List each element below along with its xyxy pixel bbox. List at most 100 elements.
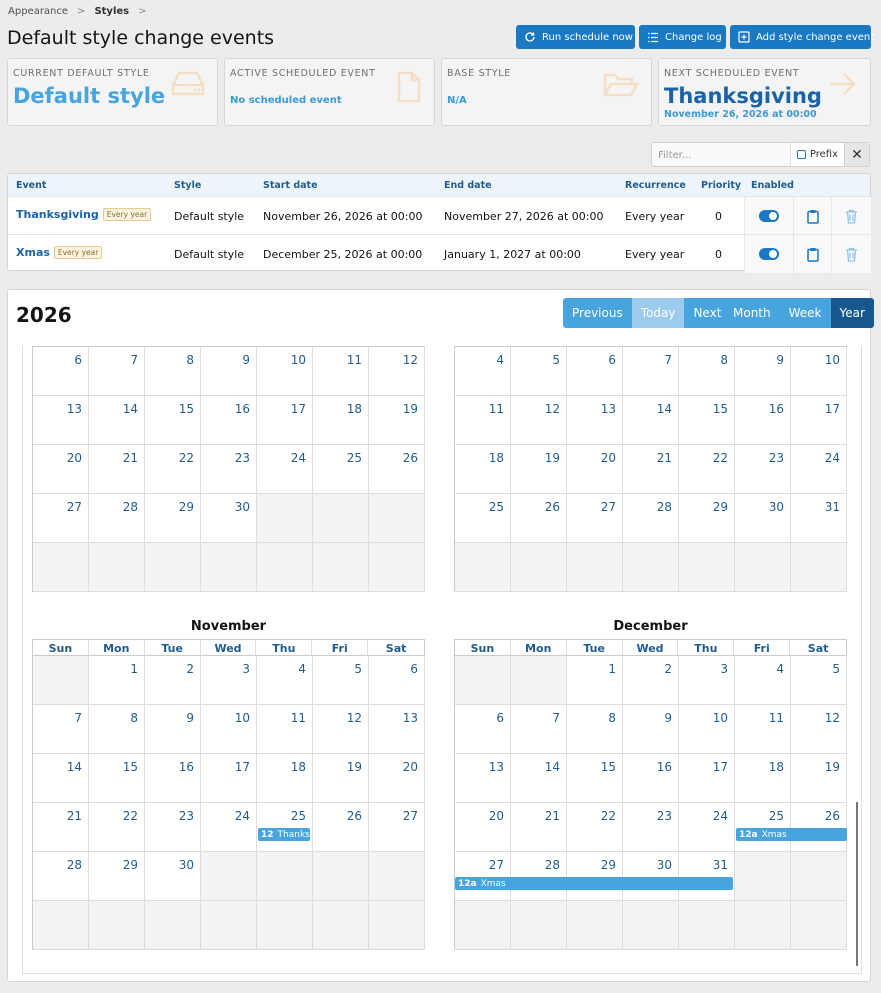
day-cell[interactable]: 22	[89, 803, 145, 852]
day-number[interactable]: 26	[825, 809, 840, 823]
day-cell[interactable]: 7	[89, 347, 145, 396]
day-cell[interactable]: 18	[735, 754, 791, 803]
day-cell[interactable]: 15	[89, 754, 145, 803]
day-number[interactable]: 14	[657, 402, 672, 416]
day-number[interactable]: 29	[179, 500, 194, 514]
col-enabled[interactable]: Enabled	[751, 180, 794, 191]
day-cell[interactable]: 19	[791, 754, 847, 803]
day-number[interactable]: 25	[347, 451, 362, 465]
day-number[interactable]: 19	[825, 760, 840, 774]
day-cell[interactable]: 24	[679, 803, 735, 852]
day-number[interactable]: 7	[552, 711, 560, 725]
day-number[interactable]: 19	[545, 451, 560, 465]
day-number[interactable]: 26	[347, 809, 362, 823]
day-cell[interactable]: 15	[679, 396, 735, 445]
previous-button[interactable]: Previous	[563, 298, 632, 328]
day-cell[interactable]: 13	[455, 754, 511, 803]
day-number[interactable]: 29	[713, 500, 728, 514]
day-number[interactable]: 6	[608, 353, 616, 367]
day-cell[interactable]: 28	[623, 494, 679, 543]
day-cell[interactable]: 12	[511, 396, 567, 445]
day-cell[interactable]: 4	[257, 656, 313, 705]
day-number[interactable]: 14	[123, 402, 138, 416]
day-number[interactable]: 11	[347, 353, 362, 367]
day-number[interactable]: 30	[235, 500, 250, 514]
day-cell[interactable]: 1	[567, 656, 623, 705]
day-number[interactable]: 24	[235, 809, 250, 823]
day-cell[interactable]: 15	[145, 396, 201, 445]
day-cell[interactable]: 14	[511, 754, 567, 803]
day-number[interactable]: 4	[776, 662, 784, 676]
day-cell[interactable]: 17	[201, 754, 257, 803]
day-cell[interactable]: 21	[89, 445, 145, 494]
day-cell[interactable]: 17	[679, 754, 735, 803]
day-number[interactable]: 24	[825, 451, 840, 465]
day-number[interactable]: 11	[291, 711, 306, 725]
day-number[interactable]: 13	[601, 402, 616, 416]
day-number[interactable]: 7	[664, 353, 672, 367]
year-scroll-area[interactable]: 6 7 8 9 10 11 12 13 14 15 16 17 18 19 20 21 22 23 24 25 26 27…	[22, 346, 862, 974]
day-number[interactable]: 15	[179, 402, 194, 416]
day-number[interactable]: 15	[123, 760, 138, 774]
clear-filter-button[interactable]: ✕	[844, 143, 869, 166]
day-number[interactable]: 26	[545, 500, 560, 514]
breadcrumb-styles[interactable]: Styles	[94, 6, 129, 17]
day-cell[interactable]: 22	[145, 445, 201, 494]
day-number[interactable]: 14	[545, 760, 560, 774]
day-number[interactable]: 20	[489, 809, 504, 823]
clipboard-icon[interactable]	[806, 247, 819, 262]
run-schedule-button[interactable]: Run schedule now	[516, 25, 635, 49]
day-cell[interactable]: 10	[791, 347, 847, 396]
day-number[interactable]: 28	[123, 500, 138, 514]
day-cell[interactable]: 9	[623, 705, 679, 754]
day-number[interactable]: 21	[657, 451, 672, 465]
day-cell[interactable]: 9	[735, 347, 791, 396]
day-number[interactable]: 4	[496, 353, 504, 367]
day-cell[interactable]: 23	[623, 803, 679, 852]
day-cell[interactable]: 14	[33, 754, 89, 803]
day-number[interactable]: 17	[291, 402, 306, 416]
col-recurrence[interactable]: Recurrence	[625, 180, 686, 191]
day-cell[interactable]: 2	[145, 656, 201, 705]
col-start-date[interactable]: Start date	[263, 180, 318, 191]
day-number[interactable]: 23	[179, 809, 194, 823]
day-number[interactable]: 9	[664, 711, 672, 725]
day-number[interactable]: 24	[291, 451, 306, 465]
day-cell[interactable]: 11	[257, 705, 313, 754]
day-cell[interactable]: 11	[313, 347, 369, 396]
day-cell[interactable]: 26	[313, 803, 369, 852]
day-cell[interactable]: 3	[679, 656, 735, 705]
day-number[interactable]: 14	[67, 760, 82, 774]
trash-icon[interactable]	[845, 209, 858, 224]
day-number[interactable]: 7	[130, 353, 138, 367]
day-cell[interactable]: 8	[89, 705, 145, 754]
day-cell[interactable]: 16	[201, 396, 257, 445]
day-cell[interactable]: 19	[313, 754, 369, 803]
day-number[interactable]: 10	[825, 353, 840, 367]
day-number[interactable]: 11	[769, 711, 784, 725]
day-number[interactable]: 12	[403, 353, 418, 367]
day-cell[interactable]: 13	[33, 396, 89, 445]
day-number[interactable]: 1	[130, 662, 138, 676]
day-number[interactable]: 5	[552, 353, 560, 367]
day-number[interactable]: 13	[489, 760, 504, 774]
day-cell[interactable]: 20	[455, 803, 511, 852]
breadcrumb-appearance[interactable]: Appearance	[8, 6, 68, 17]
day-number[interactable]: 19	[347, 760, 362, 774]
day-number[interactable]: 6	[496, 711, 504, 725]
month-view-button[interactable]: Month	[724, 298, 780, 328]
day-cell[interactable]: 25	[313, 445, 369, 494]
day-number[interactable]: 20	[601, 451, 616, 465]
day-number[interactable]: 24	[713, 809, 728, 823]
day-cell[interactable]: 12	[369, 347, 425, 396]
day-number[interactable]: 3	[242, 662, 250, 676]
day-number[interactable]: 22	[713, 451, 728, 465]
day-cell[interactable]: 18	[455, 445, 511, 494]
day-number[interactable]: 21	[67, 809, 82, 823]
prefix-checkbox[interactable]: Prefix	[789, 143, 844, 166]
day-number[interactable]: 10	[291, 353, 306, 367]
day-cell[interactable]: 29	[89, 852, 145, 901]
day-number[interactable]: 31	[825, 500, 840, 514]
day-cell[interactable]: 7	[33, 705, 89, 754]
day-cell[interactable]: 8	[145, 347, 201, 396]
